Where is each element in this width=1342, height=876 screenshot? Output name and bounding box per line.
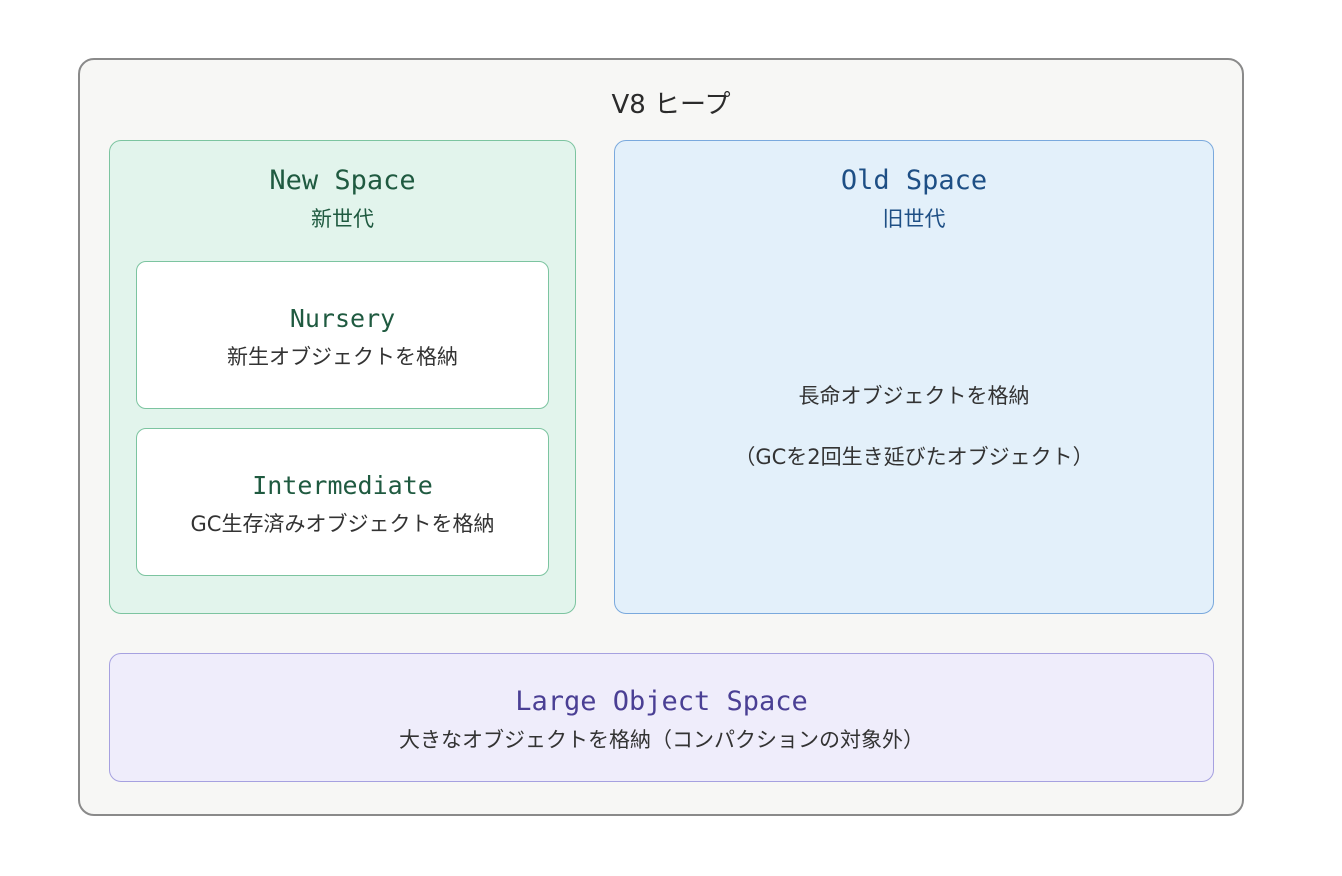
heap-title: V8 ヒープ	[611, 90, 731, 120]
old-space-description: 長命オブジェクトを格納	[798, 384, 1030, 408]
new-space-title: New Space	[269, 165, 416, 196]
nursery-title: Nursery	[289, 304, 396, 333]
large-object-space-description: 大きなオブジェクトを格納（コンパクションの対象外）	[399, 728, 924, 752]
nursery-box	[136, 261, 549, 409]
large-object-space-region	[109, 653, 1214, 782]
intermediate-title: Intermediate	[252, 471, 433, 500]
intermediate-description: GC生存済みオブジェクトを格納	[190, 512, 495, 536]
old-space-subtitle: 旧世代	[882, 207, 946, 231]
nursery-description: 新生オブジェクトを格納	[227, 345, 458, 369]
large-object-space-title: Large Object Space	[515, 686, 808, 717]
old-space-title: Old Space	[840, 165, 988, 196]
new-space-subtitle: 新世代	[311, 207, 374, 231]
intermediate-box	[136, 428, 549, 576]
old-space-description-note: （GCを2回生き延びたオブジェクト）	[734, 445, 1094, 469]
